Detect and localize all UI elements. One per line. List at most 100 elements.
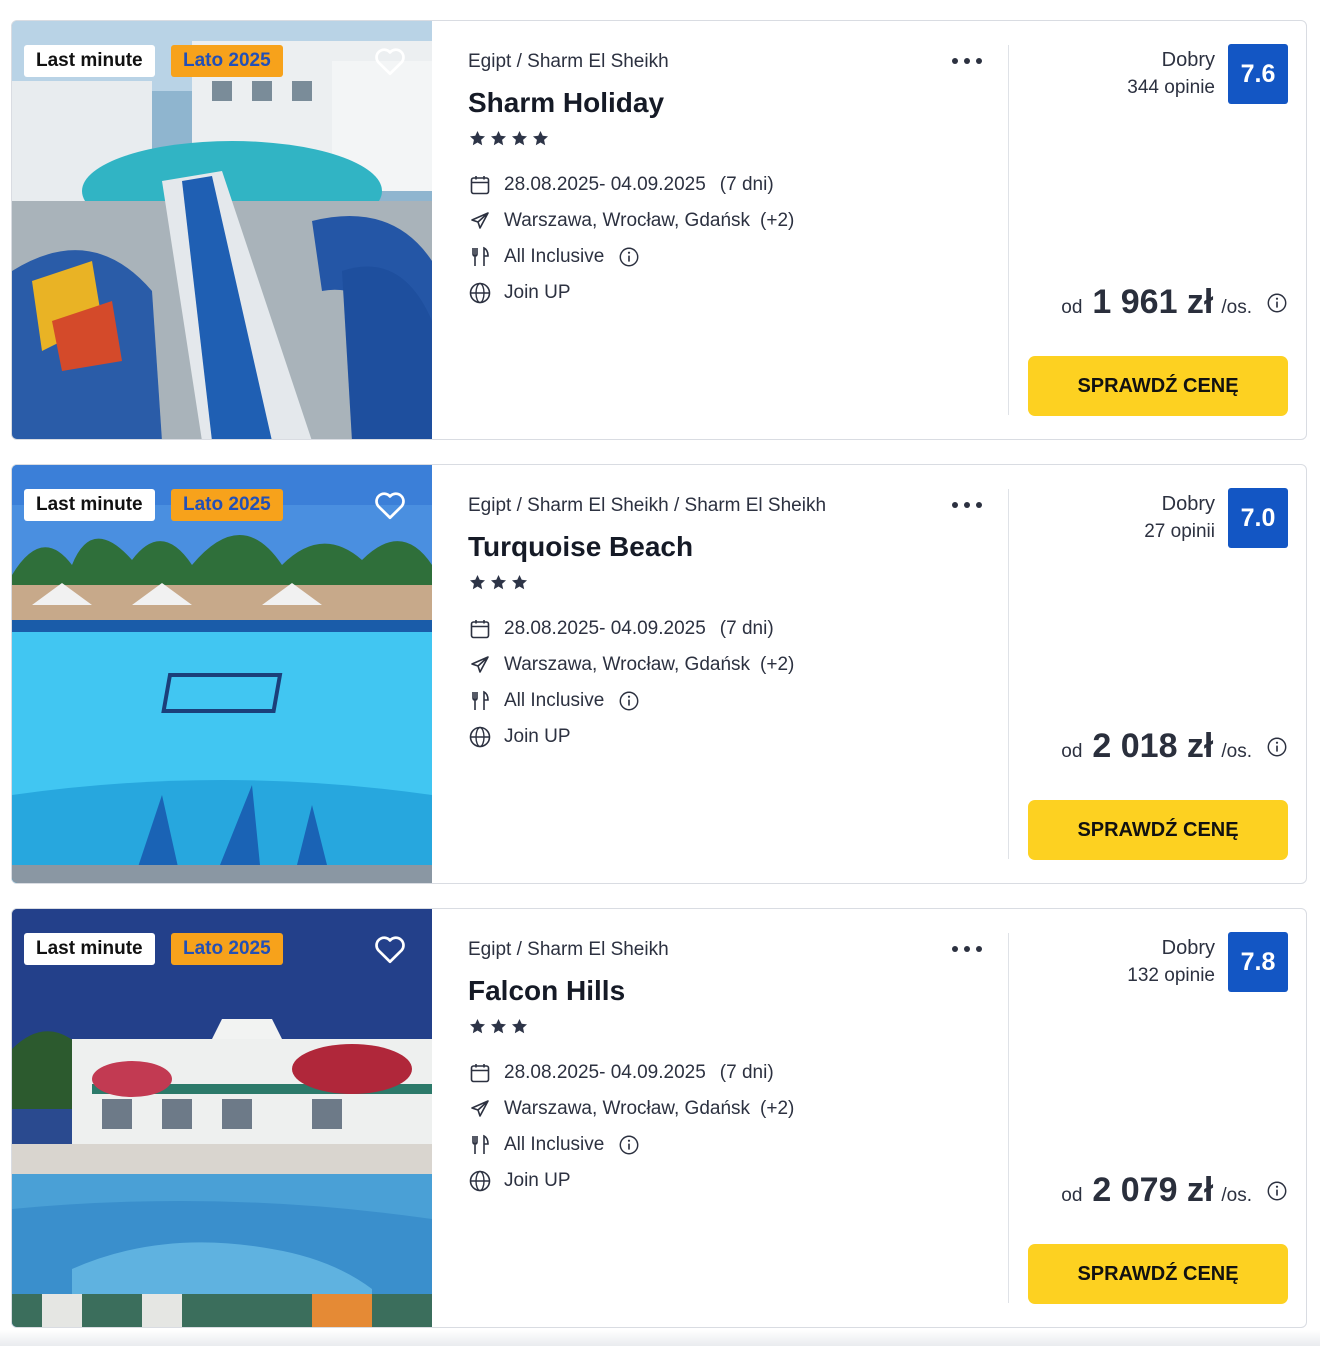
departures-more[interactable]: (+2) <box>760 654 794 676</box>
breadcrumb-separator: / <box>516 495 522 516</box>
price-prefix: od <box>1061 1185 1083 1206</box>
hotel-photo[interactable]: Last minute Lato 2025 <box>12 909 432 1327</box>
review-count[interactable]: 344 opinie <box>1127 77 1215 99</box>
star-rating <box>468 573 529 595</box>
price-amount: 2 079 zł <box>1092 1171 1214 1209</box>
star-icon <box>532 130 549 146</box>
price: od 2 079 zł /os. <box>1061 1171 1288 1210</box>
last-minute-badge: Last minute <box>24 489 155 521</box>
hotel-name[interactable]: Falcon Hills <box>468 975 625 1007</box>
departures-more[interactable]: (+2) <box>760 210 794 232</box>
review-count[interactable]: 27 opinii <box>1144 521 1215 543</box>
airplane-icon <box>471 1100 489 1117</box>
star-icon <box>490 1018 507 1034</box>
score-badge: 7.8 <box>1228 932 1288 992</box>
offer-card[interactable]: Last minute Lato 2025 Egipt / Sharm El S… <box>11 20 1307 440</box>
page-bottom-edge <box>0 1330 1320 1346</box>
offer-card[interactable]: Last minute Lato 2025 Egipt / Sharm El S… <box>11 464 1307 884</box>
dates-text: 28.08.2025- 04.09.2025 <box>504 174 706 195</box>
info-icon[interactable] <box>1266 292 1288 314</box>
more-options-icon[interactable] <box>950 495 984 515</box>
heart-icon[interactable] <box>372 43 408 79</box>
hotel-pool-photo-icon <box>12 909 432 1327</box>
offer-card[interactable]: Last minute Lato 2025 Egipt / Sharm El S… <box>11 908 1307 1328</box>
globe-icon <box>469 1170 491 1192</box>
more-options-icon[interactable] <box>950 51 984 71</box>
divider <box>1008 489 1009 859</box>
hotel-photo[interactable]: Last minute Lato 2025 <box>12 21 432 439</box>
operator-row: Join UP <box>468 280 571 306</box>
breadcrumb: Egipt / Sharm El Sheikh <box>468 51 669 73</box>
price-prefix: od <box>1061 297 1083 318</box>
season-badge: Lato 2025 <box>171 489 283 521</box>
operator-text: Join UP <box>504 726 571 747</box>
water-park-photo-icon <box>12 21 432 439</box>
check-price-button[interactable]: SPRAWDŹ CENĘ <box>1028 800 1288 860</box>
duration-text: (7 dni) <box>719 174 774 195</box>
globe-icon <box>469 282 491 304</box>
cutlery-icon <box>472 246 489 266</box>
pool-photo-icon <box>12 465 432 883</box>
heart-icon[interactable] <box>372 487 408 523</box>
departures-row: Warszawa, Wrocław, Gdańsk (+2) <box>468 208 794 234</box>
check-price-button[interactable]: SPRAWDŹ CENĘ <box>1028 1244 1288 1304</box>
heart-icon[interactable] <box>372 931 408 967</box>
breadcrumb-country[interactable]: Egipt <box>468 939 511 960</box>
rating-label: Dobry <box>1161 937 1215 959</box>
departures-more[interactable]: (+2) <box>760 1098 794 1120</box>
airplane-icon <box>471 212 489 229</box>
breadcrumb-city[interactable]: Sharm El Sheikh <box>685 495 827 516</box>
dates-row: 28.08.2025- 04.09.2025 (7 dni) <box>468 1060 774 1086</box>
info-icon[interactable] <box>618 246 640 268</box>
star-icon <box>469 1018 486 1034</box>
info-icon[interactable] <box>618 690 640 712</box>
operator-row: Join UP <box>468 724 571 750</box>
star-icon <box>490 130 507 146</box>
star-icon <box>469 130 486 146</box>
breadcrumb-country[interactable]: Egipt <box>468 495 511 516</box>
hotel-name[interactable]: Turquoise Beach <box>468 531 693 563</box>
dates-text: 28.08.2025- 04.09.2025 <box>504 1062 706 1083</box>
info-icon[interactable] <box>1266 1180 1288 1202</box>
season-badge: Lato 2025 <box>171 933 283 965</box>
calendar-icon <box>470 1064 490 1083</box>
score-badge: 7.6 <box>1228 44 1288 104</box>
breadcrumb-separator: / <box>516 939 522 960</box>
price: od 1 961 zł /os. <box>1061 283 1288 322</box>
calendar-icon <box>470 620 490 639</box>
star-icon <box>469 574 486 590</box>
operator-row: Join UP <box>468 1168 571 1194</box>
price: od 2 018 zł /os. <box>1061 727 1288 766</box>
hotel-name[interactable]: Sharm Holiday <box>468 87 664 119</box>
offer-info: Egipt / Sharm El Sheikh Sharm Holiday 28… <box>468 21 1008 439</box>
breadcrumb-region[interactable]: Sharm El Sheikh <box>527 939 669 960</box>
board-row: All Inclusive <box>468 244 640 270</box>
dates-row: 28.08.2025- 04.09.2025 (7 dni) <box>468 172 774 198</box>
hotel-photo[interactable]: Last minute Lato 2025 <box>12 465 432 883</box>
board-text: All Inclusive <box>504 690 605 711</box>
board-text: All Inclusive <box>504 246 605 267</box>
dates-row: 28.08.2025- 04.09.2025 (7 dni) <box>468 616 774 642</box>
star-rating <box>468 129 550 151</box>
duration-text: (7 dni) <box>719 1062 774 1083</box>
breadcrumb-region[interactable]: Sharm El Sheikh <box>527 51 669 72</box>
offer-list: Last minute Lato 2025 Egipt / Sharm El S… <box>11 20 1307 1346</box>
info-icon[interactable] <box>618 1134 640 1156</box>
dates-text: 28.08.2025- 04.09.2025 <box>504 618 706 639</box>
breadcrumb-country[interactable]: Egipt <box>468 51 511 72</box>
last-minute-badge: Last minute <box>24 45 155 77</box>
breadcrumb-region[interactable]: Sharm El Sheikh <box>527 495 669 516</box>
rating-label: Dobry <box>1161 49 1215 71</box>
departures-text: Warszawa, Wrocław, Gdańsk <box>504 210 751 231</box>
price-amount: 2 018 zł <box>1092 727 1214 765</box>
rating-label: Dobry <box>1161 493 1215 515</box>
offer-info: Egipt / Sharm El Sheikh / Sharm El Sheik… <box>468 465 1008 883</box>
info-icon[interactable] <box>1266 736 1288 758</box>
airplane-icon <box>471 656 489 673</box>
more-options-icon[interactable] <box>950 939 984 959</box>
price-unit: /os. <box>1221 297 1252 318</box>
check-price-button[interactable]: SPRAWDŹ CENĘ <box>1028 356 1288 416</box>
review-count[interactable]: 132 opinie <box>1127 965 1215 987</box>
score-badge: 7.0 <box>1228 488 1288 548</box>
star-icon <box>511 1018 528 1034</box>
